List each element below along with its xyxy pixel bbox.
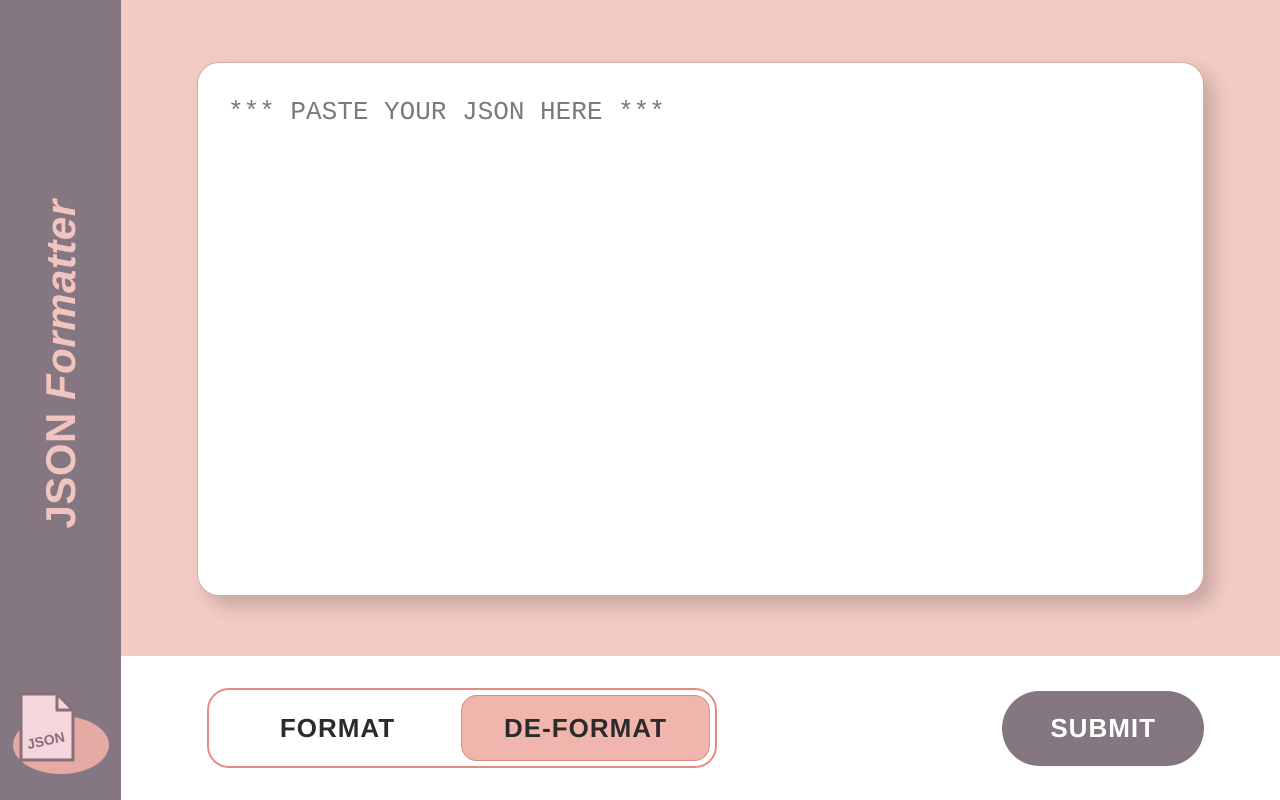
- json-file-icon: JSON: [17, 692, 77, 764]
- app-title: JSON Formatter: [37, 199, 85, 528]
- app-logo: JSON: [11, 682, 111, 782]
- submit-button[interactable]: SUBMIT: [1002, 691, 1204, 766]
- mode-toggle: FORMAT DE-FORMAT: [207, 688, 717, 768]
- json-input[interactable]: [197, 62, 1204, 596]
- main-area: FORMAT DE-FORMAT SUBMIT: [121, 0, 1280, 800]
- editor-zone: [121, 0, 1280, 656]
- app-title-json: JSON: [37, 400, 84, 529]
- sidebar: JSON Formatter JSON: [0, 0, 121, 800]
- deformat-option[interactable]: DE-FORMAT: [461, 695, 710, 761]
- app-title-formatter: Formatter: [37, 199, 84, 400]
- bottom-bar: FORMAT DE-FORMAT SUBMIT: [121, 656, 1280, 800]
- format-option[interactable]: FORMAT: [214, 695, 461, 761]
